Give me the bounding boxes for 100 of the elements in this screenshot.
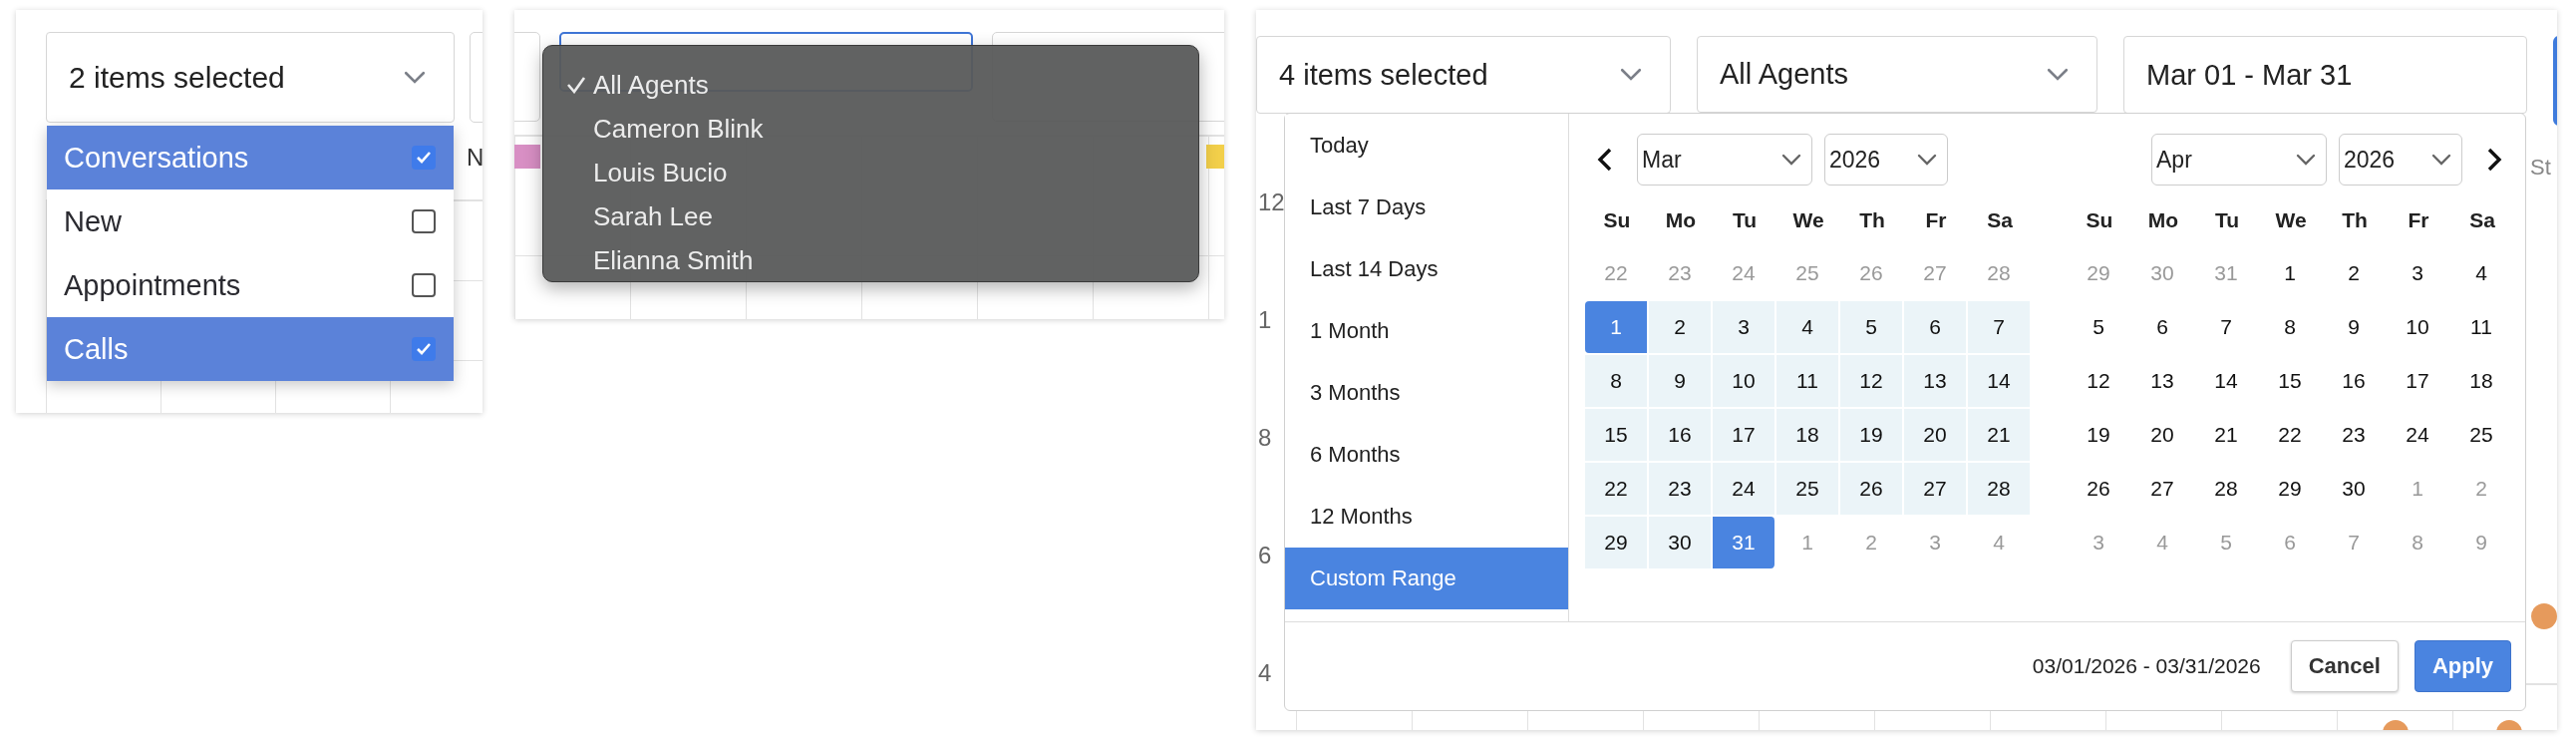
calendar-day[interactable]: 3 (1713, 301, 1774, 353)
calendar-day[interactable]: 14 (2195, 355, 2257, 407)
calendar-day[interactable]: 19 (1840, 409, 1902, 461)
type-filter-select[interactable]: 2 items selected (46, 32, 455, 123)
axis-label: 8 (1258, 423, 1273, 453)
calendar-day[interactable]: 25 (2450, 409, 2512, 461)
calendar-day[interactable]: 30 (1649, 517, 1711, 568)
calendar-day[interactable]: 2 (1649, 301, 1711, 353)
calendar-day[interactable]: 1 (2259, 247, 2321, 299)
calendar-day[interactable]: 4 (1776, 301, 1838, 353)
calendar-day[interactable]: 18 (2450, 355, 2512, 407)
weekday-label: Tu (1731, 207, 1759, 233)
menu-option[interactable]: Conversations (47, 126, 454, 189)
calendar-day[interactable]: 13 (1904, 355, 1966, 407)
calendar-day[interactable]: 1 (1585, 301, 1647, 353)
calendar-day[interactable]: 19 (2068, 409, 2129, 461)
menu-option[interactable]: New (47, 189, 454, 253)
calendar-day[interactable]: 16 (2323, 355, 2385, 407)
calendar-day[interactable]: 4 (2450, 247, 2512, 299)
calendar-day[interactable]: 5 (2068, 301, 2129, 353)
calendar-day[interactable]: 17 (1713, 409, 1774, 461)
calendar-day[interactable]: 9 (1649, 355, 1711, 407)
date-range-field[interactable]: Mar 01 - Mar 31 (2123, 36, 2527, 114)
calendar-day[interactable]: 20 (2131, 409, 2193, 461)
type-filter-select[interactable]: 4 items selected (1256, 36, 1671, 114)
calendar-day[interactable]: 3 (2387, 247, 2448, 299)
calendar-day[interactable]: 11 (2450, 301, 2512, 353)
menu-option[interactable]: Calls (47, 317, 454, 381)
weekday-label: Mo (2146, 207, 2180, 233)
calendar-day[interactable]: 9 (2323, 301, 2385, 353)
calendar-day[interactable]: 11 (1776, 355, 1838, 407)
menu-option[interactable]: Elianna Smith (565, 238, 1198, 282)
calendar-day[interactable]: 31 (1713, 517, 1774, 568)
calendar-day[interactable]: 15 (1585, 409, 1647, 461)
calendar-day[interactable]: 20 (1904, 409, 1966, 461)
menu-option[interactable]: Louis Bucio (565, 151, 1198, 194)
calendar-day[interactable]: 6 (1904, 301, 1966, 353)
calendar-day[interactable]: 7 (2195, 301, 2257, 353)
cancel-button[interactable]: Cancel (2290, 640, 2399, 692)
calendar-day[interactable]: 8 (1585, 355, 1647, 407)
axis-label: 6 (1258, 541, 1273, 570)
calendar-day[interactable]: 8 (2259, 301, 2321, 353)
calendar-day[interactable]: 29 (2259, 463, 2321, 515)
calendar-day[interactable]: 2 (2323, 247, 2385, 299)
calendar-day[interactable]: 26 (2068, 463, 2129, 515)
weekday-label: Th (1858, 207, 1886, 233)
weekday-label: Sa (2468, 207, 2496, 233)
calendar-day[interactable]: 7 (1968, 301, 2030, 353)
month-select[interactable]: Apr (2151, 134, 2327, 186)
calendar-day[interactable]: 23 (1649, 463, 1711, 515)
agent-select[interactable]: All Agents (1697, 36, 2097, 113)
calendar-day[interactable]: 21 (2195, 409, 2257, 461)
menu-option[interactable]: All Agents (565, 63, 1198, 107)
weekday-label: Sa (1986, 207, 2014, 233)
month-select[interactable]: Mar (1637, 134, 1812, 186)
weekday-label: Fr (2407, 207, 2430, 233)
calendar-day[interactable]: 22 (2259, 409, 2321, 461)
calendar-day[interactable]: 27 (1904, 463, 1966, 515)
calendar-day[interactable]: 25 (1776, 463, 1838, 515)
calendar-day[interactable]: 17 (2387, 355, 2448, 407)
calendar-day[interactable]: 24 (1713, 463, 1774, 515)
calendar-day[interactable]: 18 (1776, 409, 1838, 461)
calendar-day[interactable]: 13 (2131, 355, 2193, 407)
calendar-day[interactable]: 10 (1713, 355, 1774, 407)
weekday-label: Su (1602, 207, 1632, 233)
selected-range-text: 03/01/2026 - 03/31/2026 (2032, 654, 2261, 678)
calendar-day[interactable]: 12 (2068, 355, 2129, 407)
year-select[interactable]: 2026 (1824, 134, 1948, 186)
calendar-day[interactable]: 27 (2131, 463, 2193, 515)
column-header: St (2530, 155, 2551, 181)
calendar-day[interactable]: 22 (1585, 463, 1647, 515)
weekday-label: Su (2085, 207, 2114, 233)
axis-label: 4 (1258, 658, 1273, 688)
menu-option[interactable]: Cameron Blink (565, 107, 1198, 151)
weekday-label: Tu (2213, 207, 2241, 233)
menu-option[interactable]: Sarah Lee (565, 194, 1198, 238)
calendar-day[interactable]: 6 (2131, 301, 2193, 353)
calendar-day[interactable]: 12 (1840, 355, 1902, 407)
calendar-day[interactable]: 28 (1968, 463, 2030, 515)
calendar-day[interactable]: 14 (1968, 355, 2030, 407)
calendar-day[interactable]: 23 (2323, 409, 2385, 461)
calendar-day[interactable]: 15 (2259, 355, 2321, 407)
calendar-day[interactable]: 21 (1968, 409, 2030, 461)
range-option[interactable]: Custom Range (1285, 548, 1568, 609)
axis-label: 12 (1258, 188, 1285, 217)
weekday-label: Fr (1924, 207, 1948, 233)
column-header: N (467, 144, 483, 172)
calendar-day[interactable]: 5 (1840, 301, 1902, 353)
calendar-day[interactable]: 30 (2323, 463, 2385, 515)
year-select[interactable]: 2026 (2339, 134, 2462, 186)
calendar-day[interactable]: 26 (1840, 463, 1902, 515)
calendar-day[interactable]: 24 (2387, 409, 2448, 461)
menu-option[interactable]: Appointments (47, 253, 454, 317)
apply-button[interactable]: Apply (2414, 640, 2511, 692)
weekday-label: Th (2341, 207, 2369, 233)
calendar-day[interactable]: 10 (2387, 301, 2448, 353)
weekday-label: Mo (1664, 207, 1698, 233)
calendar-day[interactable]: 28 (2195, 463, 2257, 515)
calendar-day[interactable]: 16 (1649, 409, 1711, 461)
calendar-day[interactable]: 29 (1585, 517, 1647, 568)
